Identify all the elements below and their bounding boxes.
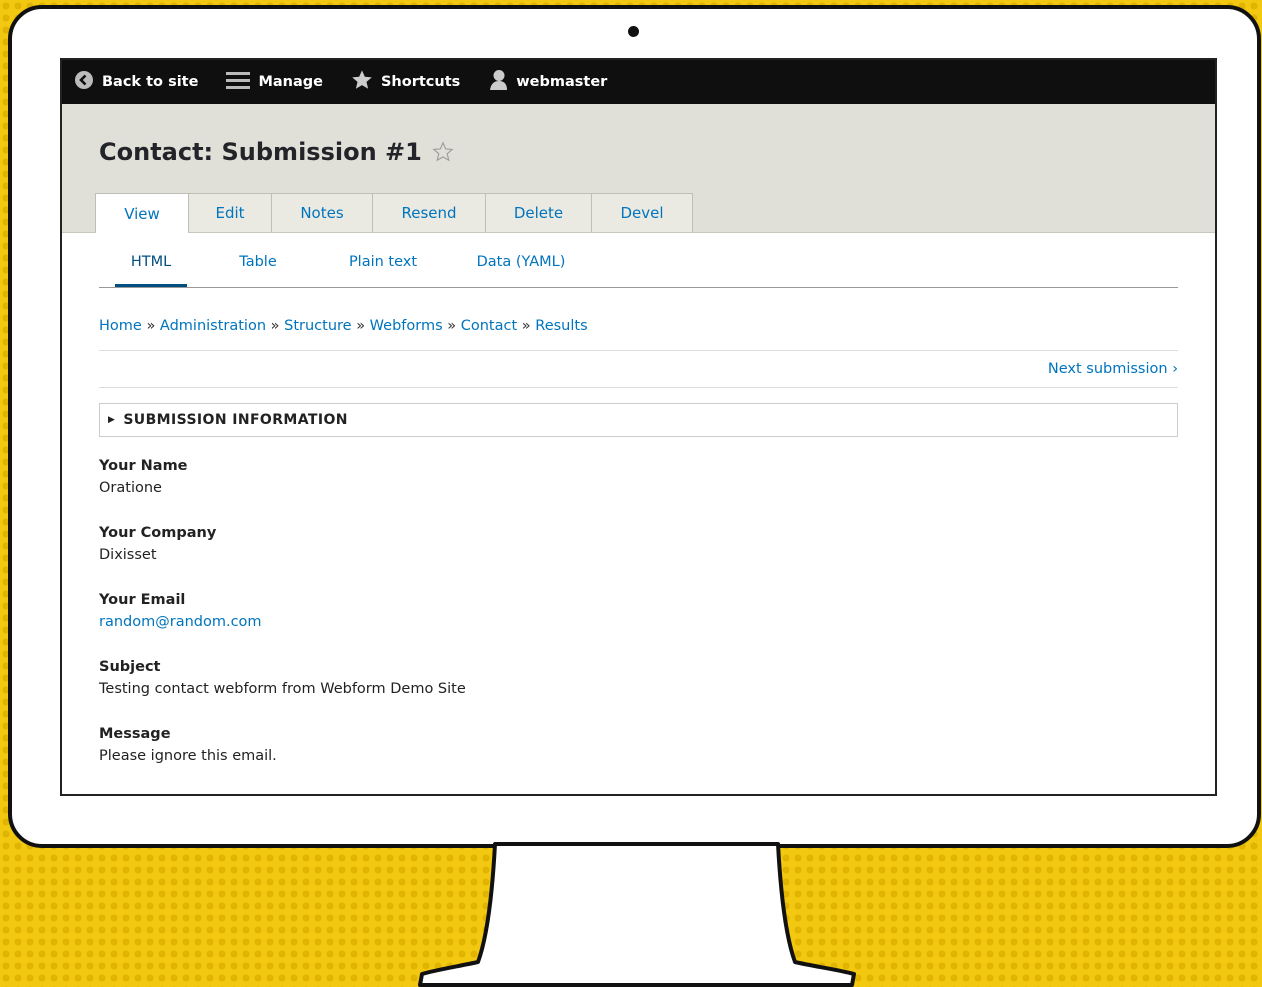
admin-toolbar: Back to site Manage Shortcuts webmaster <box>62 60 1215 104</box>
hamburger-icon <box>226 70 258 94</box>
email-link[interactable]: random@random.com <box>99 611 1178 633</box>
page-header: Contact: Submission #1 View Edit Notes R… <box>62 104 1215 233</box>
subtab-plain-text[interactable]: Plain text <box>347 254 419 287</box>
star-icon <box>351 69 381 95</box>
primary-tabs: View Edit Notes Resend Delete Devel <box>95 193 693 233</box>
breadcrumb-administration[interactable]: Administration <box>160 318 266 334</box>
tab-notes[interactable]: Notes <box>272 193 373 232</box>
back-to-site-label: Back to site <box>102 74 199 90</box>
submission-information-details[interactable]: ▶ SUBMISSION INFORMATION <box>99 403 1178 437</box>
field-your-email: Your Email random@random.com <box>99 589 1178 633</box>
breadcrumb-separator: » <box>146 318 156 334</box>
breadcrumb-results[interactable]: Results <box>535 318 587 334</box>
user-label: webmaster <box>516 74 608 90</box>
manage-label: Manage <box>258 74 323 90</box>
field-value: Testing contact webform from Webform Dem… <box>99 681 466 697</box>
tab-delete[interactable]: Delete <box>486 193 592 232</box>
shortcuts-label: Shortcuts <box>380 74 461 90</box>
secondary-tabs: HTML Table Plain text Data (YAML) <box>99 233 1178 288</box>
field-value: Dixisset <box>99 547 157 563</box>
breadcrumb-webforms[interactable]: Webforms <box>370 318 443 334</box>
user-icon <box>488 69 516 95</box>
expand-triangle-icon: ▶ <box>108 415 116 425</box>
subtab-html[interactable]: HTML <box>115 254 187 287</box>
field-message: Message Please ignore this email. <box>99 723 1178 767</box>
submission-pager: Next submission › <box>99 351 1178 388</box>
subtab-data-yaml[interactable]: Data (YAML) <box>475 254 567 287</box>
subtab-table[interactable]: Table <box>227 254 289 287</box>
next-submission-link[interactable]: Next submission › <box>1048 361 1178 377</box>
breadcrumb-separator: » <box>447 318 457 334</box>
main-content: HTML Table Plain text Data (YAML) Home »… <box>62 233 1215 767</box>
field-label: Your Email <box>99 592 186 608</box>
manage-menu[interactable]: Manage <box>226 70 323 94</box>
field-subject: Subject Testing contact webform from Web… <box>99 656 1178 700</box>
field-your-name: Your Name Oratione <box>99 455 1178 499</box>
breadcrumb-contact[interactable]: Contact <box>461 318 517 334</box>
favorite-star-icon[interactable] <box>432 141 454 163</box>
back-to-site-link[interactable]: Back to site <box>74 70 198 94</box>
monitor-stand <box>418 842 856 987</box>
back-arrow-icon <box>74 70 102 94</box>
breadcrumb-separator: » <box>521 318 531 334</box>
tab-view[interactable]: View <box>95 193 189 233</box>
breadcrumb-structure[interactable]: Structure <box>284 318 351 334</box>
field-label: Subject <box>99 659 161 675</box>
field-your-company: Your Company Dixisset <box>99 522 1178 566</box>
breadcrumb-home[interactable]: Home <box>99 318 142 334</box>
submission-fields: Your Name Oratione Your Company Dixisset… <box>99 455 1178 767</box>
browser-screen: Back to site Manage Shortcuts webmaster … <box>60 58 1217 796</box>
field-label: Your Company <box>99 525 217 541</box>
page-title: Contact: Submission #1 <box>99 138 454 166</box>
user-menu[interactable]: webmaster <box>488 69 607 95</box>
details-summary: SUBMISSION INFORMATION <box>123 412 348 428</box>
camera-dot <box>628 26 639 37</box>
field-label: Your Name <box>99 458 188 474</box>
tab-devel[interactable]: Devel <box>592 193 693 232</box>
field-value: Oratione <box>99 480 162 496</box>
breadcrumb: Home » Administration » Structure » Webf… <box>99 288 1178 351</box>
page-title-text: Contact: Submission #1 <box>99 138 422 166</box>
breadcrumb-separator: » <box>270 318 280 334</box>
field-value: Please ignore this email. <box>99 748 277 764</box>
field-label: Message <box>99 726 171 742</box>
breadcrumb-separator: » <box>356 318 366 334</box>
tab-resend[interactable]: Resend <box>373 193 486 232</box>
tab-edit[interactable]: Edit <box>189 193 272 232</box>
shortcuts-menu[interactable]: Shortcuts <box>351 69 460 95</box>
